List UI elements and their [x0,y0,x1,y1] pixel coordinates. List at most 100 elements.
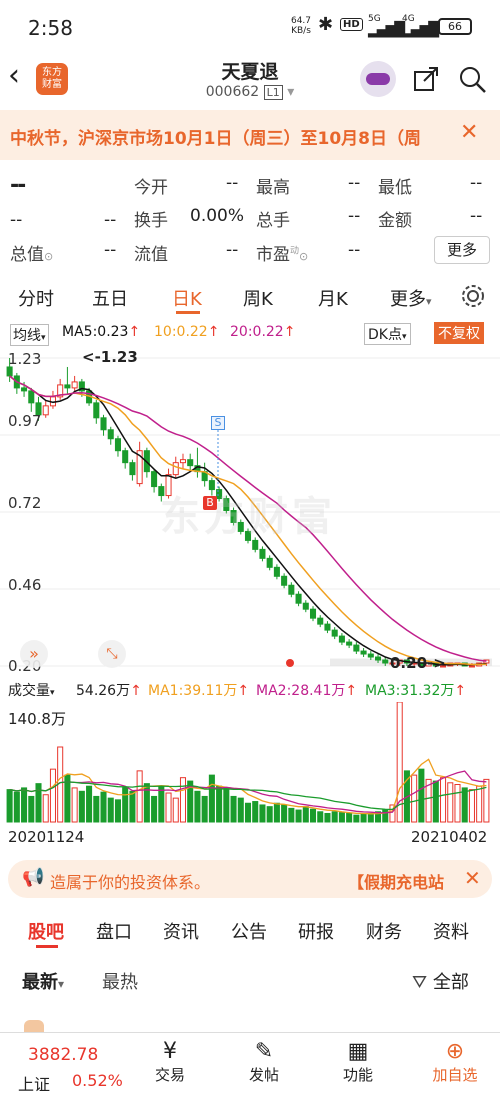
stock-code: 000662 [205,84,260,100]
status-bar: 2:58 64.7 KB/s ✱ HD 5G ▂▄▆█ 4G ▂▄▆█ 66 [0,0,500,55]
tab-announcements[interactable]: 公告 [231,918,267,944]
volume-chart[interactable]: 140.8万 [0,701,500,824]
volume-bar [208,774,215,823]
volume-bar [309,808,317,823]
stock-code-row[interactable]: 000662 L1 ▾ [150,84,350,100]
candle [288,584,295,595]
index-ticker[interactable]: 3882.78 上证 0.52% [0,1033,130,1112]
tab-daily-k[interactable]: 日K [172,285,202,311]
volume-bar [454,784,461,823]
volume-bar [230,795,237,823]
end-date: 20210402 [411,828,488,846]
promo-link[interactable]: 【假期充电站 [348,869,444,893]
price-change: -- [10,210,23,230]
tab-profile[interactable]: 资料 [433,918,469,944]
add-circle-icon: ⊕ [445,1039,465,1064]
event-dot[interactable] [286,659,294,667]
clock: 2:58 [28,16,73,40]
sell-marker[interactable]: S [211,416,225,430]
volume-bar [252,801,259,823]
volume-bar [317,811,324,823]
close-icon[interactable]: ✕ [460,120,478,145]
volume-bar [353,814,360,823]
high-value: -- [348,173,361,193]
candle [100,417,107,431]
volume-bar [331,811,338,823]
volume-bar [100,791,107,823]
candle [382,659,389,664]
candle [309,608,317,619]
start-date: 20201124 [8,828,85,846]
low-label: 最低 [378,178,412,198]
volume-bar [28,795,35,823]
post-button[interactable]: ✎ 发帖 [234,1039,294,1085]
promo-banner[interactable]: 📢 造属于你的投资体系。 【假期充电站 ✕ [8,860,492,898]
volume-select[interactable]: 成交量▾ [8,680,55,700]
candle [259,548,266,559]
tab-more[interactable]: 更多▾ [390,285,432,311]
candle [107,429,114,440]
current-price: -- [10,173,26,198]
y-axis-label: 0.72 [8,494,42,512]
candle [295,593,302,604]
assistant-avatar[interactable] [360,61,396,97]
kline-chart[interactable]: 1.23 0.97 0.72 0.46 0.20 <-1.23 0.20-> 东… [0,346,500,676]
sort-hot[interactable]: 最热 [102,968,138,994]
level-badge: L1 [263,85,283,100]
volume-bar [324,812,331,823]
filter-button[interactable]: ⛛ 全部 [412,968,469,994]
candle [331,629,338,637]
tab-guba[interactable]: 股吧 [28,918,64,944]
add-watchlist-button[interactable]: ⊕ 加自选 [420,1039,490,1085]
close-icon[interactable]: ✕ [464,866,481,890]
total-value: -- [104,240,117,260]
indicator-select[interactable]: 均线▾ [10,324,49,346]
tab-pankou[interactable]: 盘口 [96,918,132,944]
net-speed: 64.7 KB/s [290,16,312,36]
candle [151,471,158,488]
amount-value: -- [470,206,483,226]
volume-bar [281,804,288,823]
volume-bar [86,785,93,823]
tab-five-day[interactable]: 五日 [92,285,128,311]
tab-finance[interactable]: 财务 [366,918,402,944]
tab-research[interactable]: 研报 [298,918,334,944]
settings-gear-icon[interactable] [460,283,486,309]
high-marker: <-1.23 [82,348,138,366]
megaphone-icon: 📢 [22,867,45,888]
adjust-button[interactable]: 不复权 [434,322,484,344]
volume-bar [122,787,129,823]
volume-bar [338,812,345,823]
hd-icon: HD [340,18,363,31]
index-value: 3882.78 [28,1045,99,1065]
dk-point-select[interactable]: DK点▾ [364,323,411,345]
fullscreen-icon[interactable]: ⤡ [98,640,126,668]
tab-weekly-k[interactable]: 周K [243,285,273,311]
buy-marker[interactable]: B [203,496,217,510]
period-tabs: 分时 五日 日K 周K 月K 更多▾ [0,275,500,317]
expand-left-icon[interactable]: » [20,640,48,668]
tab-monthly-k[interactable]: 月K [318,285,348,311]
volume-bar [360,813,367,823]
ma20-value: 20:0.22↑ [230,324,296,340]
volume-max-label: 140.8万 [8,710,66,728]
search-icon[interactable] [458,65,488,95]
volume-bar [259,804,266,823]
trade-button[interactable]: ¥ 交易 [140,1039,200,1085]
more-button[interactable]: 更多 [434,236,490,264]
functions-button[interactable]: ▦ 功能 [328,1039,388,1085]
volume-bar [223,787,230,823]
back-icon[interactable]: ‹ [8,61,20,91]
sort-latest[interactable]: 最新▾ [22,968,64,994]
share-icon[interactable] [412,65,440,93]
volume-bar [129,790,136,823]
volume-bar [244,802,252,823]
holiday-notice[interactable]: 中秋节，沪深京市场10月1日（周三）至10月8日（周 ✕ [0,110,500,160]
tab-intraday[interactable]: 分时 [18,285,54,311]
tab-news[interactable]: 资讯 [163,918,199,944]
candle [172,462,179,476]
candle [187,459,194,467]
avatar[interactable] [24,1020,44,1032]
volume-bar [78,790,85,823]
grid-icon: ▦ [347,1039,369,1064]
